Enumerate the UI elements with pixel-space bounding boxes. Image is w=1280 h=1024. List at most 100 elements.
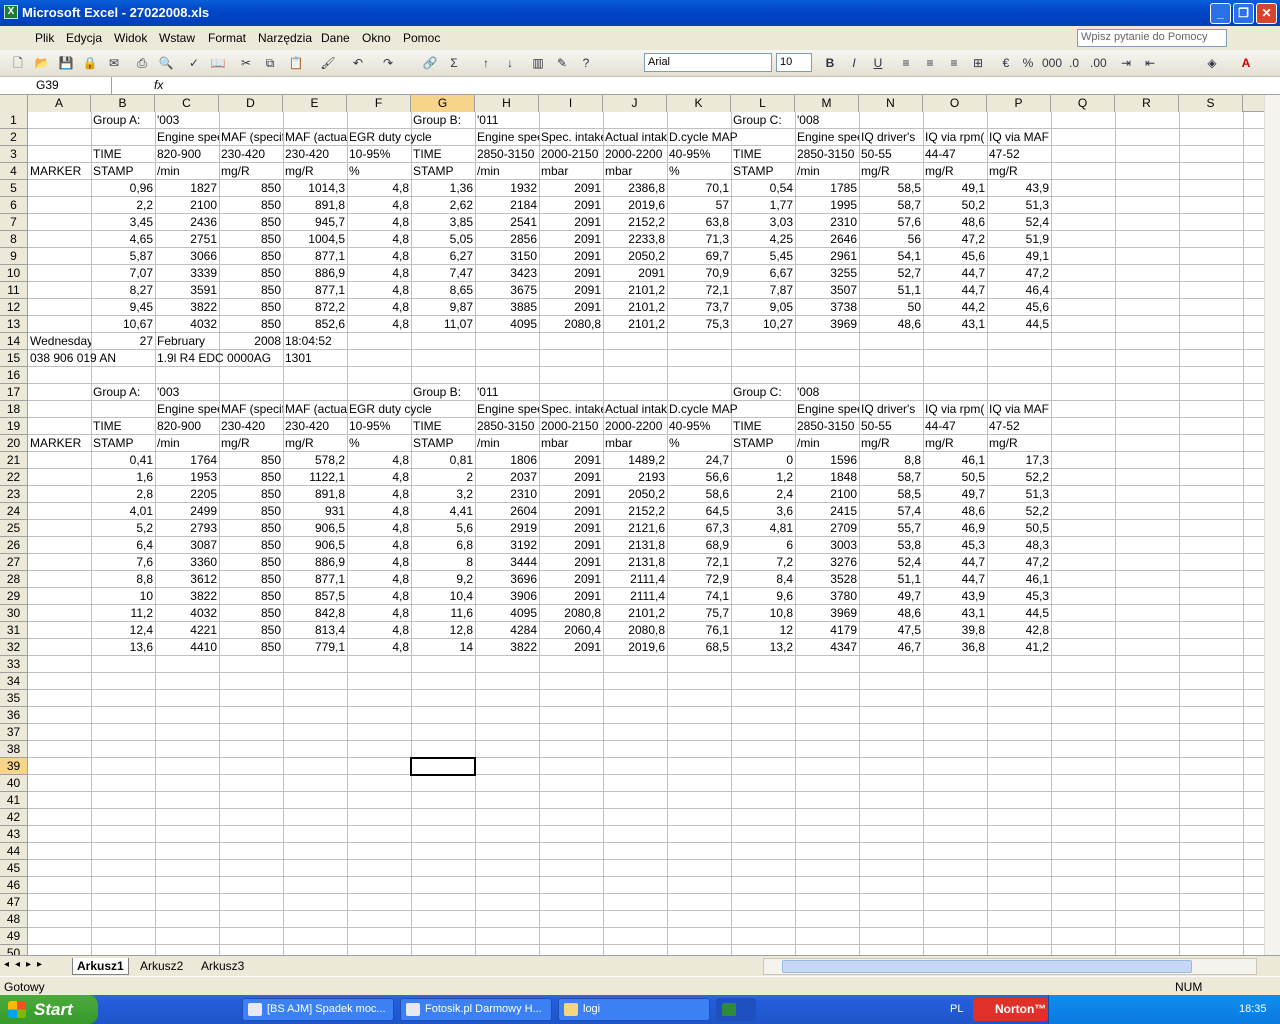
spelling-icon[interactable]: ✓ bbox=[186, 55, 202, 71]
cell-O5[interactable]: 49,1 bbox=[923, 180, 987, 197]
cell-H19[interactable]: 2850-3150 bbox=[475, 418, 539, 435]
column-header-P[interactable]: P bbox=[987, 95, 1051, 112]
cell-C18[interactable]: Engine speed bbox=[155, 401, 219, 418]
sheet-tab-arkusz1[interactable]: Arkusz1 bbox=[72, 958, 129, 975]
cell-A15[interactable]: 038 906 019 AN bbox=[28, 350, 116, 367]
cell-B5[interactable]: 0,96 bbox=[91, 180, 155, 197]
cell-G8[interactable]: 5,05 bbox=[411, 231, 475, 248]
cell-L5[interactable]: 0,54 bbox=[731, 180, 795, 197]
cell-J5[interactable]: 2386,8 bbox=[603, 180, 667, 197]
cell-K4[interactable]: % bbox=[667, 163, 731, 180]
cell-B8[interactable]: 4,65 bbox=[91, 231, 155, 248]
cell-H6[interactable]: 2184 bbox=[475, 197, 539, 214]
column-header-S[interactable]: S bbox=[1179, 95, 1243, 112]
column-header-K[interactable]: K bbox=[667, 95, 731, 112]
column-header-E[interactable]: E bbox=[283, 95, 347, 112]
cell-J27[interactable]: 2131,8 bbox=[603, 554, 667, 571]
vertical-scrollbar[interactable] bbox=[1264, 95, 1280, 955]
cell-G13[interactable]: 11,07 bbox=[411, 316, 475, 333]
cell-H9[interactable]: 3150 bbox=[475, 248, 539, 265]
cell-H32[interactable]: 3822 bbox=[475, 639, 539, 656]
cell-H7[interactable]: 2541 bbox=[475, 214, 539, 231]
cell-E25[interactable]: 906,5 bbox=[283, 520, 347, 537]
cell-M30[interactable]: 3969 bbox=[795, 605, 859, 622]
print-icon[interactable]: ⎙ bbox=[134, 55, 150, 71]
cell-L22[interactable]: 1,2 bbox=[731, 469, 795, 486]
cell-E24[interactable]: 931 bbox=[283, 503, 347, 520]
cell-O32[interactable]: 36,8 bbox=[923, 639, 987, 656]
row-header-15[interactable]: 15 bbox=[0, 350, 28, 367]
cell-K20[interactable]: % bbox=[667, 435, 731, 452]
cell-O4[interactable]: mg/R bbox=[923, 163, 987, 180]
cell-J26[interactable]: 2131,8 bbox=[603, 537, 667, 554]
cell-C6[interactable]: 2100 bbox=[155, 197, 219, 214]
chart-icon[interactable]: ▥ bbox=[530, 55, 546, 71]
row-header-10[interactable]: 10 bbox=[0, 265, 28, 282]
currency-icon[interactable]: € bbox=[998, 55, 1014, 71]
cell-K3[interactable]: 40-95% bbox=[667, 146, 731, 163]
row-header-23[interactable]: 23 bbox=[0, 486, 28, 503]
help-search-input[interactable]: Wpisz pytanie do Pomocy bbox=[1077, 29, 1227, 47]
cell-C1[interactable]: '003 bbox=[155, 112, 219, 129]
cell-P8[interactable]: 51,9 bbox=[987, 231, 1051, 248]
task-fotosik[interactable]: Fotosik.pl Darmowy H... bbox=[400, 998, 552, 1021]
cell-D6[interactable]: 850 bbox=[219, 197, 283, 214]
cell-E11[interactable]: 877,1 bbox=[283, 282, 347, 299]
cell-L19[interactable]: TIME bbox=[731, 418, 795, 435]
cell-O2[interactable]: IQ via rpm( bbox=[923, 129, 987, 146]
cell-H21[interactable]: 1806 bbox=[475, 452, 539, 469]
cell-K11[interactable]: 72,1 bbox=[667, 282, 731, 299]
column-header-H[interactable]: H bbox=[475, 95, 539, 112]
row-header-17[interactable]: 17 bbox=[0, 384, 28, 401]
cell-I12[interactable]: 2091 bbox=[539, 299, 603, 316]
name-box[interactable]: G39 bbox=[0, 77, 112, 94]
column-header-O[interactable]: O bbox=[923, 95, 987, 112]
cell-J18[interactable]: Actual intake bbox=[603, 401, 667, 418]
row-header-25[interactable]: 25 bbox=[0, 520, 28, 537]
cell-G4[interactable]: STAMP bbox=[411, 163, 475, 180]
cell-P13[interactable]: 44,5 bbox=[987, 316, 1051, 333]
cell-C5[interactable]: 1827 bbox=[155, 180, 219, 197]
cell-B3[interactable]: TIME bbox=[91, 146, 155, 163]
align-left-icon[interactable]: ≡ bbox=[898, 55, 914, 71]
cell-J6[interactable]: 2019,6 bbox=[603, 197, 667, 214]
cell-H24[interactable]: 2604 bbox=[475, 503, 539, 520]
cell-I19[interactable]: 2000-2150 bbox=[539, 418, 603, 435]
cell-C2[interactable]: Engine speed bbox=[155, 129, 219, 146]
cell-P21[interactable]: 17,3 bbox=[987, 452, 1051, 469]
cell-D20[interactable]: mg/R bbox=[219, 435, 283, 452]
cell-L27[interactable]: 7,2 bbox=[731, 554, 795, 571]
row-header-1[interactable]: 1 bbox=[0, 112, 28, 129]
cell-P25[interactable]: 50,5 bbox=[987, 520, 1051, 537]
italic-icon[interactable]: I bbox=[846, 55, 862, 71]
row-header-24[interactable]: 24 bbox=[0, 503, 28, 520]
cell-M5[interactable]: 1785 bbox=[795, 180, 859, 197]
cell-J23[interactable]: 2050,2 bbox=[603, 486, 667, 503]
sheet-tab-arkusz2[interactable]: Arkusz2 bbox=[136, 958, 187, 975]
cell-H3[interactable]: 2850-3150 bbox=[475, 146, 539, 163]
cut-icon[interactable]: ✂ bbox=[238, 55, 254, 71]
cell-O10[interactable]: 44,7 bbox=[923, 265, 987, 282]
row-header-44[interactable]: 44 bbox=[0, 843, 28, 860]
row-header-42[interactable]: 42 bbox=[0, 809, 28, 826]
cell-P28[interactable]: 46,1 bbox=[987, 571, 1051, 588]
cell-L32[interactable]: 13,2 bbox=[731, 639, 795, 656]
row-header-5[interactable]: 5 bbox=[0, 180, 28, 197]
cell-E18[interactable]: MAF (actual) bbox=[283, 401, 347, 418]
cell-F26[interactable]: 4,8 bbox=[347, 537, 411, 554]
cell-I29[interactable]: 2091 bbox=[539, 588, 603, 605]
cell-H26[interactable]: 3192 bbox=[475, 537, 539, 554]
cell-O30[interactable]: 43,1 bbox=[923, 605, 987, 622]
underline-icon[interactable]: U bbox=[870, 55, 886, 71]
cell-J11[interactable]: 2101,2 bbox=[603, 282, 667, 299]
sheet-nav-arrows-icon[interactable]: ◂◂▸▸ bbox=[4, 959, 48, 970]
row-header-46[interactable]: 46 bbox=[0, 877, 28, 894]
cell-O29[interactable]: 43,9 bbox=[923, 588, 987, 605]
cell-H31[interactable]: 4284 bbox=[475, 622, 539, 639]
active-cell[interactable] bbox=[410, 757, 476, 776]
cell-L29[interactable]: 9,6 bbox=[731, 588, 795, 605]
cell-E31[interactable]: 813,4 bbox=[283, 622, 347, 639]
cell-M31[interactable]: 4179 bbox=[795, 622, 859, 639]
column-header-J[interactable]: J bbox=[603, 95, 667, 112]
cell-I31[interactable]: 2060,4 bbox=[539, 622, 603, 639]
